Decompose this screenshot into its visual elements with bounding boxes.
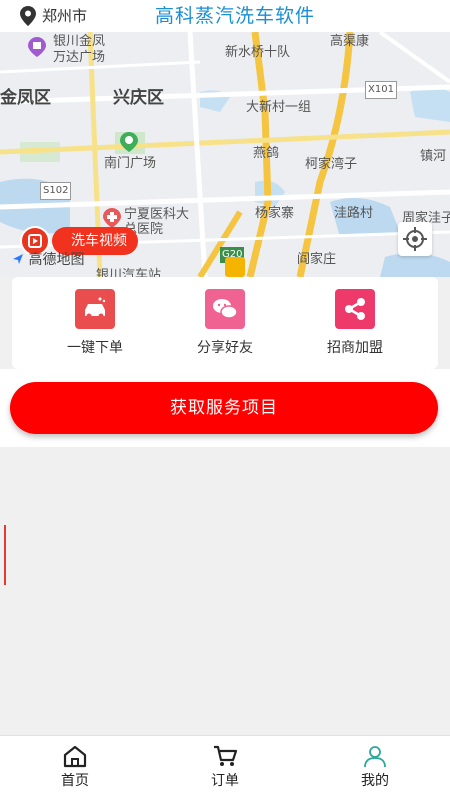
map-label: X101 bbox=[365, 81, 397, 99]
car-wash-video-button[interactable]: 洗车视频 bbox=[52, 227, 138, 255]
location-pin-icon[interactable] bbox=[20, 6, 36, 26]
map-label: 镇河 bbox=[420, 149, 447, 164]
map-view[interactable]: 银川金凤 万达广场 新水桥十队 高渠康 金凤区 兴庆区 X101 大新村一组 南… bbox=[0, 32, 450, 277]
tab-profile[interactable]: 我的 bbox=[330, 740, 420, 798]
tab-orders[interactable]: 订单 bbox=[180, 740, 270, 798]
quick-actions-panel: 一键下单 分享好友 招商加盟 bbox=[12, 277, 438, 369]
map-label: 万达广场 bbox=[53, 50, 106, 65]
map-provider-logo: 高德地图 bbox=[12, 252, 84, 268]
map-label: 杨家寨 bbox=[255, 206, 295, 221]
user-icon bbox=[364, 746, 386, 768]
map-label: 高渠康 bbox=[330, 34, 370, 49]
mall-pin-icon bbox=[28, 37, 46, 57]
app-title: 高科蒸汽洗车软件 bbox=[155, 5, 316, 27]
map-label: 宁夏医科大 bbox=[124, 207, 190, 222]
share-icon bbox=[335, 289, 375, 329]
map-label: 新水桥十队 bbox=[225, 45, 291, 60]
hospital-pin-icon bbox=[103, 208, 121, 228]
map-label: 洼路村 bbox=[334, 206, 374, 221]
park-pin-icon bbox=[120, 132, 138, 152]
wechat-icon bbox=[205, 289, 245, 329]
map-label: 金凤区 bbox=[0, 88, 51, 108]
map-label: 大新村一组 bbox=[246, 100, 312, 115]
map-label: 银川汽车站 bbox=[96, 268, 162, 277]
navigation-arrow-icon bbox=[13, 254, 23, 264]
map-label: 燕鸽 bbox=[253, 146, 280, 161]
map-label: 阎家庄 bbox=[297, 252, 337, 267]
highway-marker-icon bbox=[225, 257, 245, 277]
home-icon bbox=[63, 745, 87, 768]
franchise-button[interactable]: 招商加盟 bbox=[305, 289, 405, 359]
city-selector[interactable]: 郑州市 bbox=[42, 6, 87, 26]
tab-home[interactable]: 首页 bbox=[30, 740, 120, 798]
locate-me-button[interactable] bbox=[398, 222, 432, 256]
one-click-order-button[interactable]: 一键下单 bbox=[45, 289, 145, 359]
map-label: 柯家湾子 bbox=[305, 157, 358, 172]
map-label: 南门广场 bbox=[104, 156, 157, 171]
edge-marker bbox=[4, 525, 6, 585]
map-label: 兴庆区 bbox=[113, 88, 164, 108]
share-friends-button[interactable]: 分享好友 bbox=[175, 289, 275, 359]
car-wash-icon bbox=[75, 289, 115, 329]
map-label: 银川金凤 bbox=[53, 34, 106, 49]
crosshair-icon bbox=[403, 227, 427, 251]
cart-icon bbox=[214, 745, 238, 766]
map-label: S102 bbox=[40, 182, 72, 200]
bottom-tab-bar: 首页 订单 我的 bbox=[0, 735, 450, 801]
get-service-items-button[interactable]: 获取服务项目 bbox=[10, 382, 438, 434]
top-bar: 郑州市 高科蒸汽洗车软件 bbox=[0, 0, 450, 32]
